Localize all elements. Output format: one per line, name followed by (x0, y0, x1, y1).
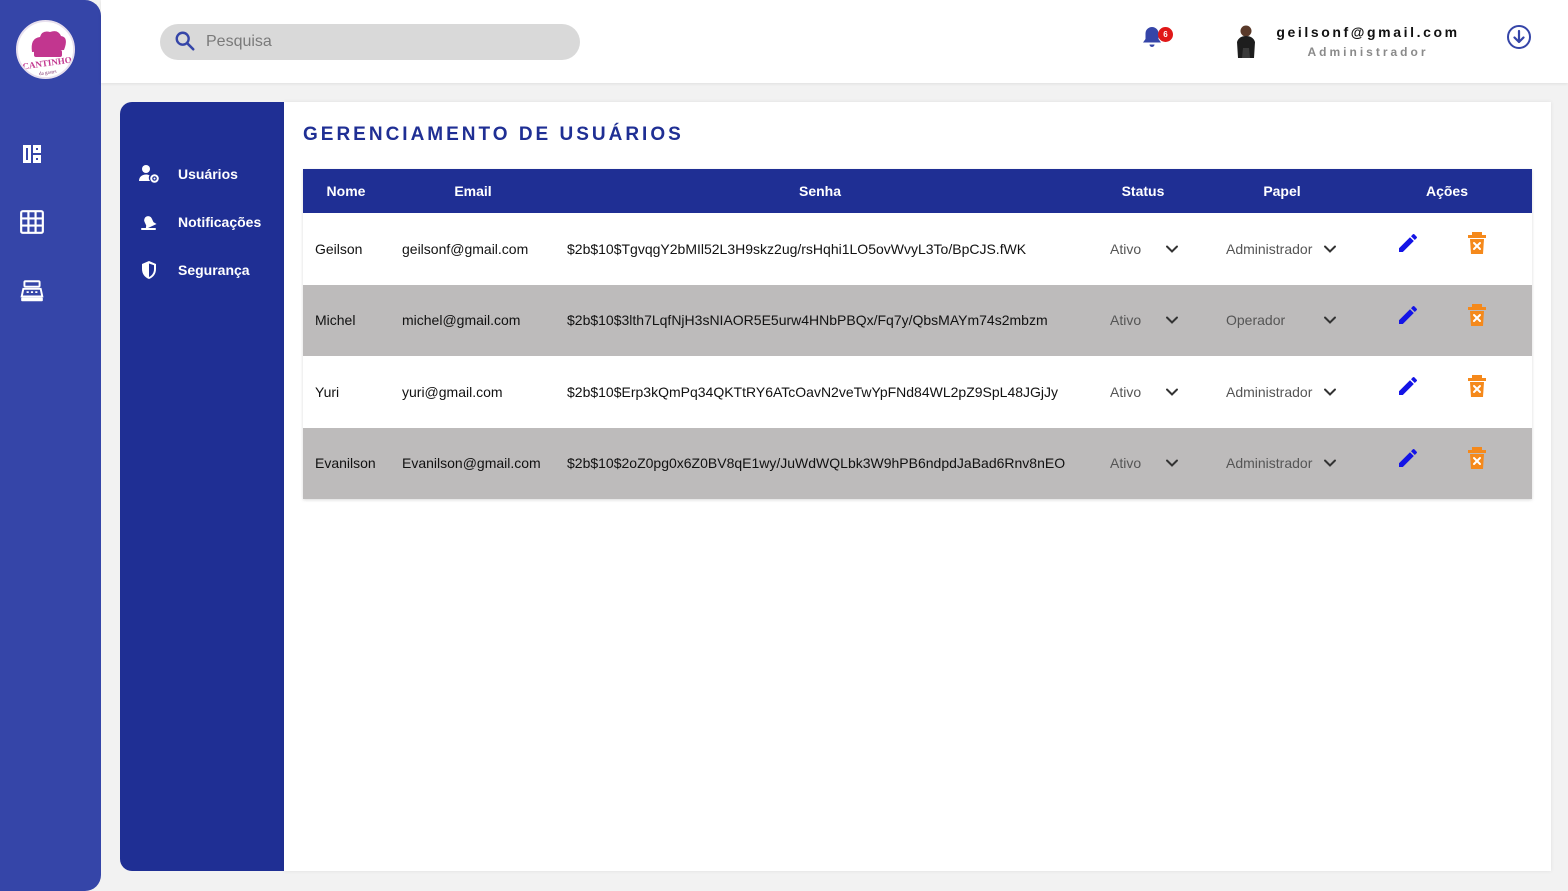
table-row: Geilson geilsonf@gmail.com $2b$10$TgvqgY… (303, 213, 1532, 285)
user-role: Administrador (1307, 45, 1429, 59)
user-password-hash-cell: $2b$10$Erp3kQmPq34QKTtRY6ATcOavN2veTwYpF… (567, 383, 1059, 400)
status-select[interactable]: Ativo (1110, 213, 1190, 285)
column-header-nome: Nome (326, 183, 366, 199)
chevron-down-icon (1166, 388, 1178, 396)
chevron-down-icon (1324, 459, 1336, 468)
status-value: Ativo (1110, 383, 1142, 400)
search-bar[interactable] (160, 24, 580, 60)
sidebar-item-usuarios[interactable]: Usuários (138, 162, 238, 186)
download-circle-icon[interactable] (1506, 24, 1532, 50)
role-value: Administrador (1226, 383, 1313, 400)
user-name-cell: Michel (315, 312, 356, 329)
edit-pencil-icon[interactable] (1395, 373, 1421, 399)
sidebar-item-label: Segurança (178, 262, 250, 278)
user-password-hash-cell: $2b$10$3lth7LqfNjH3sNIAOR5E5urw4HNbPBQx/… (567, 312, 1048, 329)
edit-pencil-icon[interactable] (1395, 302, 1421, 328)
column-header-senha: Senha (798, 183, 841, 199)
role-select[interactable]: Operador (1226, 285, 1346, 357)
role-value: Administrador (1226, 455, 1313, 472)
app-rail: CANTINHO da gastrs (0, 0, 101, 891)
user-email-cell: geilsonf@gmail.com (402, 240, 529, 257)
search-input[interactable] (206, 24, 566, 60)
page-title: GERENCIAMENTO DE USUÁRIOS (303, 124, 684, 145)
column-header-status: Status (1121, 183, 1165, 199)
user-name-cell: Evanilson (315, 455, 376, 472)
shield-icon (138, 259, 160, 281)
user-email-cell: yuri@gmail.com (402, 383, 503, 400)
delete-trash-icon[interactable] (1464, 445, 1490, 471)
status-select[interactable]: Ativo (1110, 356, 1190, 428)
top-header: 6 geilsonf@gmail.com Administrador (101, 0, 1568, 83)
grid-table-icon[interactable] (18, 208, 46, 236)
delete-trash-icon[interactable] (1464, 302, 1490, 328)
user-password-hash-cell: $2b$10$2oZ0pg0x6Z0BV8qE1wy/JuWdWQLbk3W9h… (567, 455, 1066, 472)
sidebar-item-notificacoes[interactable]: Notificações (138, 210, 261, 234)
brand-logo[interactable]: CANTINHO da gastrs (16, 20, 75, 79)
status-value: Ativo (1110, 240, 1142, 257)
delete-trash-icon[interactable] (1464, 230, 1490, 256)
role-select[interactable]: Administrador (1226, 428, 1346, 500)
user-email-cell: michel@gmail.com (402, 312, 521, 329)
users-table: Nome Email Senha Status Papel Ações Geil… (303, 169, 1532, 499)
column-header-papel: Papel (1263, 183, 1301, 199)
edit-pencil-icon[interactable] (1395, 445, 1421, 471)
alarm-icon (138, 211, 160, 233)
table-body: Geilson geilsonf@gmail.com $2b$10$TgvqgY… (303, 213, 1532, 499)
edit-pencil-icon[interactable] (1395, 230, 1421, 256)
chevron-down-icon (1166, 316, 1178, 325)
chevron-down-icon (1324, 388, 1336, 396)
user-email: geilsonf@gmail.com (1276, 24, 1460, 40)
user-password-hash-cell: $2b$10$TgvqgY2bMIl52L3H9skz2ug/rsHqhi1LO… (567, 240, 1027, 257)
user-email-cell: Evanilson@gmail.com (402, 455, 541, 472)
main-panel: GERENCIAMENTO DE USUÁRIOS Nome Email Sen… (284, 102, 1551, 871)
user-name-cell: Geilson (315, 240, 363, 257)
notification-count-badge: 6 (1158, 27, 1173, 42)
chevron-down-icon (1166, 245, 1178, 253)
chevron-down-icon (1166, 459, 1178, 468)
sidebar-item-label: Notificações (178, 214, 262, 230)
column-header-email: Email (454, 183, 492, 199)
column-header-acoes: Ações (1425, 183, 1469, 199)
status-select[interactable]: Ativo (1110, 285, 1190, 357)
status-value: Ativo (1110, 455, 1142, 472)
user-avatar[interactable] (1231, 22, 1261, 60)
cash-register-icon[interactable] (18, 277, 46, 305)
chevron-down-icon (1324, 245, 1336, 253)
delete-trash-icon[interactable] (1464, 373, 1490, 399)
status-value: Ativo (1110, 312, 1142, 329)
search-icon[interactable] (174, 30, 196, 52)
table-row: Evanilson Evanilson@gmail.com $2b$10$2oZ… (303, 427, 1532, 500)
role-select[interactable]: Administrador (1226, 213, 1346, 285)
role-value: Operador (1226, 312, 1286, 329)
role-select[interactable]: Administrador (1226, 356, 1346, 428)
status-select[interactable]: Ativo (1110, 428, 1190, 500)
sidebar-item-seguranca[interactable]: Segurança (138, 258, 250, 282)
settings-sidebar: Usuários Notificações Segurança (120, 102, 284, 871)
table-header: Nome Email Senha Status Papel Ações (303, 169, 1532, 213)
sidebar-item-label: Usuários (178, 166, 238, 182)
role-value: Administrador (1226, 240, 1313, 257)
table-row: Yuri yuri@gmail.com $2b$10$Erp3kQmPq34QK… (303, 356, 1532, 428)
dashboard-icon[interactable] (18, 140, 46, 168)
user-gear-icon (138, 163, 160, 185)
table-row: Michel michel@gmail.com $2b$10$3lth7LqfN… (303, 284, 1532, 357)
user-name-cell: Yuri (315, 383, 340, 400)
chevron-down-icon (1324, 316, 1336, 325)
